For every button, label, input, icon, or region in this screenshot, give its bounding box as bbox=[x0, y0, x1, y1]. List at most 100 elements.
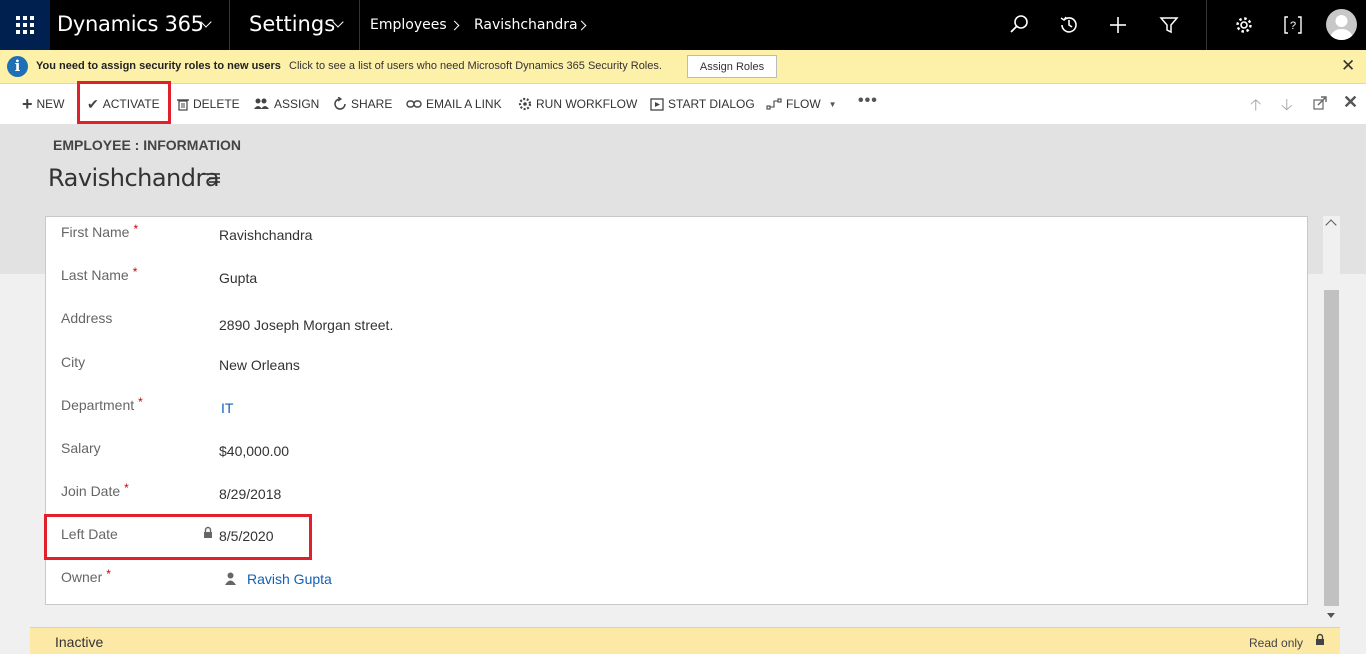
record-status: Inactive bbox=[55, 634, 104, 650]
trash-icon bbox=[177, 98, 189, 111]
run-workflow-button[interactable]: RUN WORKFLOW bbox=[518, 96, 637, 112]
app-launcher-button[interactable] bbox=[0, 0, 50, 50]
field-value[interactable]: New Orleans bbox=[219, 357, 300, 373]
field-value[interactable]: 8/29/2018 bbox=[219, 486, 281, 502]
user-avatar[interactable] bbox=[1326, 9, 1357, 40]
assign-button[interactable]: ASSIGN bbox=[253, 96, 319, 112]
activate-button[interactable]: ✔ ACTIVATE bbox=[87, 96, 160, 112]
field-label: Owner * bbox=[61, 567, 111, 585]
new-button[interactable]: + NEW bbox=[22, 93, 65, 114]
delete-label: DELETE bbox=[193, 97, 240, 111]
caret-down-icon: ▼ bbox=[828, 99, 837, 109]
plus-icon[interactable] bbox=[1107, 14, 1129, 36]
next-record-icon[interactable]: 🡣 bbox=[1281, 94, 1293, 121]
required-marker: * bbox=[132, 265, 138, 279]
scroll-thumb[interactable] bbox=[1324, 290, 1339, 606]
recent-history-icon[interactable] bbox=[1058, 14, 1080, 36]
read-only-label: Read only bbox=[1249, 636, 1304, 650]
previous-record-icon[interactable]: 🡡 bbox=[1250, 94, 1262, 121]
more-commands-icon[interactable]: ••• bbox=[858, 92, 878, 109]
employee-form: First Name * Ravishchandra Last Name * Gup… bbox=[44, 216, 1308, 605]
required-marker: * bbox=[106, 567, 111, 581]
field-label: Left Date bbox=[61, 526, 118, 542]
close-record-icon[interactable]: ✕ bbox=[1343, 92, 1358, 113]
status-footer: Inactive Read only bbox=[30, 627, 1340, 654]
activate-label: ACTIVATE bbox=[102, 97, 160, 111]
field-salary[interactable]: Salary $40,000.00 bbox=[46, 440, 1307, 464]
start-dialog-label: START DIALOG bbox=[668, 97, 755, 111]
assign-label: ASSIGN bbox=[274, 97, 320, 111]
workflow-icon bbox=[518, 97, 532, 111]
search-icon[interactable] bbox=[1008, 14, 1030, 36]
help-icon[interactable]: ? bbox=[1282, 14, 1304, 36]
field-label: First Name * bbox=[61, 222, 139, 240]
svg-text:?: ? bbox=[1290, 20, 1296, 32]
form-menu-icon[interactable] bbox=[203, 172, 221, 184]
plus-icon: + bbox=[22, 93, 33, 114]
checkmark-icon: ✔ bbox=[87, 95, 99, 112]
scroll-up-icon[interactable] bbox=[1325, 219, 1337, 231]
field-value[interactable]: Ravishchandra bbox=[219, 227, 312, 243]
email-link-button[interactable]: EMAIL A LINK bbox=[406, 96, 502, 112]
field-value[interactable]: $40,000.00 bbox=[219, 443, 289, 459]
required-marker: * bbox=[133, 222, 139, 236]
nav-divider bbox=[359, 0, 360, 50]
vertical-scrollbar[interactable] bbox=[1323, 216, 1340, 626]
waffle-icon bbox=[16, 16, 34, 34]
chevron-right-icon bbox=[449, 20, 460, 31]
lock-icon bbox=[1316, 633, 1324, 645]
notification-message[interactable]: Click to see a list of users who need Mi… bbox=[289, 60, 662, 72]
link-icon bbox=[406, 100, 422, 108]
field-join-date[interactable]: Join Date * 8/29/2018 bbox=[46, 481, 1307, 507]
department-link[interactable]: IT bbox=[221, 400, 233, 416]
area-title[interactable]: Settings bbox=[249, 12, 335, 36]
start-dialog-button[interactable]: START DIALOG bbox=[650, 96, 755, 112]
required-marker: * bbox=[124, 481, 129, 495]
chevron-right-icon[interactable] bbox=[576, 20, 587, 31]
flow-button[interactable]: FLOW ▼ bbox=[766, 96, 837, 112]
info-icon: i bbox=[7, 56, 28, 77]
field-value: 8/5/2020 bbox=[219, 528, 274, 544]
field-label: Department * bbox=[61, 395, 143, 413]
share-button[interactable]: SHARE bbox=[333, 96, 392, 112]
field-left-date[interactable]: Left Date 8/5/2020 bbox=[46, 526, 1307, 550]
nav-divider bbox=[1206, 0, 1207, 50]
flow-icon bbox=[766, 98, 782, 110]
popout-icon[interactable] bbox=[1313, 96, 1327, 110]
owner-link[interactable]: Ravish Gupta bbox=[247, 571, 332, 587]
field-value[interactable]: 2890 Joseph Morgan street. bbox=[219, 317, 393, 333]
app-title[interactable]: Dynamics 365 bbox=[57, 12, 204, 36]
share-label: SHARE bbox=[351, 97, 393, 111]
filter-icon[interactable] bbox=[1158, 14, 1180, 36]
field-address[interactable]: Address 2890 Joseph Morgan street. bbox=[46, 310, 1307, 334]
breadcrumb-record[interactable]: Ravishchandra bbox=[474, 17, 578, 33]
field-last-name[interactable]: Last Name * Gupta bbox=[46, 265, 1307, 291]
close-icon[interactable]: ✕ bbox=[1341, 57, 1355, 75]
scroll-down-icon[interactable] bbox=[1327, 613, 1335, 618]
field-label: Address bbox=[61, 310, 113, 326]
lock-icon bbox=[204, 526, 212, 538]
run-workflow-label: RUN WORKFLOW bbox=[536, 97, 638, 111]
gear-icon[interactable] bbox=[1233, 14, 1255, 36]
delete-button[interactable]: DELETE bbox=[177, 96, 240, 112]
field-city[interactable]: City New Orleans bbox=[46, 354, 1307, 378]
flow-label: FLOW bbox=[786, 97, 821, 111]
new-label: NEW bbox=[36, 97, 65, 111]
entity-form-label[interactable]: EMPLOYEE : INFORMATION bbox=[53, 137, 241, 153]
field-department[interactable]: Department * IT bbox=[46, 395, 1307, 421]
field-value[interactable]: Gupta bbox=[219, 270, 257, 286]
field-label: Salary bbox=[61, 440, 101, 456]
field-label: Last Name * bbox=[61, 265, 138, 283]
required-marker: * bbox=[138, 395, 143, 409]
breadcrumb-employees[interactable]: Employees bbox=[370, 17, 447, 33]
nav-divider bbox=[229, 0, 230, 50]
assign-roles-button[interactable]: Assign Roles bbox=[687, 55, 777, 78]
dialog-icon bbox=[650, 97, 664, 111]
assign-icon bbox=[254, 98, 269, 109]
field-label: Join Date * bbox=[61, 481, 129, 499]
field-first-name[interactable]: First Name * Ravishchandra bbox=[46, 222, 1307, 248]
notification-bar: i You need to assign security roles to n… bbox=[0, 50, 1366, 84]
command-bar: + NEW ✔ ACTIVATE DELETE ASSIGN SHARE EMA… bbox=[0, 81, 1366, 124]
top-navigation-bar: Dynamics 365 Settings Employees Ravishch… bbox=[0, 0, 1366, 50]
field-owner[interactable]: Owner * Ravish Gupta bbox=[46, 567, 1307, 593]
